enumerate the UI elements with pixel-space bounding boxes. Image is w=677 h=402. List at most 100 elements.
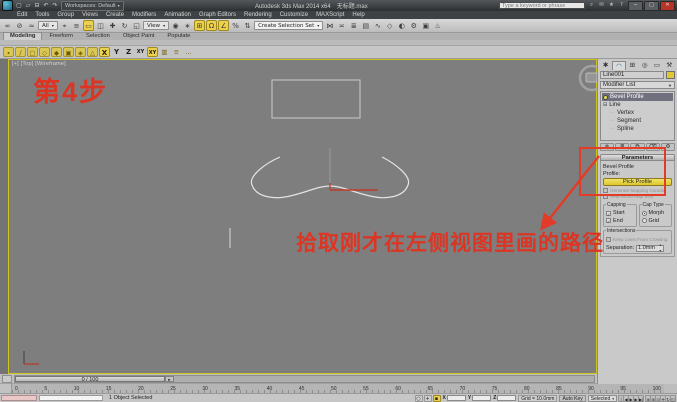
rectangle-shape[interactable] xyxy=(272,80,360,118)
app-logo-icon[interactable] xyxy=(2,0,13,11)
curve-editor-icon[interactable]: ∿ xyxy=(372,20,383,31)
help-icon[interactable]: ? xyxy=(617,2,626,9)
cap-type-grid-radio[interactable]: Grid xyxy=(642,218,670,224)
stack-item-spline[interactable]: Spline xyxy=(602,125,673,133)
ribbon-toggle-icon[interactable]: ▤ xyxy=(360,20,371,31)
render-setup-icon[interactable]: ⚙ xyxy=(408,20,419,31)
select-and-manipulate-icon[interactable]: ∗ xyxy=(182,20,193,31)
axis-xy-lock-button[interactable]: XY xyxy=(147,47,158,57)
new-scene-icon[interactable]: ▢ xyxy=(15,2,23,9)
preview-subobject-icon[interactable]: ▣ xyxy=(63,47,74,57)
x-coordinate-field[interactable] xyxy=(447,395,466,401)
named-selection-dropdown[interactable]: Create Selection Set xyxy=(254,21,323,30)
element-mode-icon[interactable]: ◆ xyxy=(51,47,62,57)
tab-modify[interactable]: ◠ xyxy=(612,61,625,70)
time-slider-left-button[interactable] xyxy=(2,375,12,383)
select-object-icon[interactable]: ⌖ xyxy=(59,20,70,31)
offset-mode-icon[interactable]: + xyxy=(424,395,432,402)
keyboard-override-icon[interactable]: ⊞ xyxy=(194,20,205,31)
time-slider-track[interactable]: 0 / 100 ► xyxy=(14,375,595,383)
selection-region-icon[interactable]: ▭ xyxy=(83,20,94,31)
grid-display-icon[interactable]: ≡ xyxy=(171,47,182,57)
align-icon[interactable]: ≍ xyxy=(336,20,347,31)
track-bar-ruler[interactable]: 0510152025303540455055606570758085909510… xyxy=(12,384,664,393)
tab-object-paint[interactable]: Object Paint xyxy=(117,33,161,40)
time-slider-handle[interactable]: 0 / 100 xyxy=(15,376,165,382)
favorites-icon[interactable]: ★ xyxy=(607,2,616,9)
edge-mode-icon[interactable]: ∕ xyxy=(15,47,26,57)
spinner-snap-icon[interactable]: ⇅ xyxy=(242,20,253,31)
save-file-icon[interactable]: ⊟ xyxy=(33,2,41,9)
axis-z-button[interactable]: Z xyxy=(123,47,134,57)
search-input[interactable]: Type a keyword or phrase xyxy=(499,2,585,9)
modifier-onoff-bulb-icon[interactable] xyxy=(603,95,608,100)
communication-center-icon[interactable]: ✉ xyxy=(597,2,606,9)
next-frame-arrow[interactable]: ► xyxy=(165,376,174,382)
z-coordinate-field[interactable] xyxy=(497,395,516,401)
go-to-end-button[interactable]: ▶| xyxy=(638,395,644,402)
stack-item-vertex[interactable]: Vertex xyxy=(602,109,673,117)
y-coordinate-field[interactable] xyxy=(472,395,491,401)
statistics-icon[interactable]: ▥ xyxy=(159,47,170,57)
window-crossing-icon[interactable]: ◫ xyxy=(95,20,106,31)
use-pivot-center-icon[interactable]: ◉ xyxy=(170,20,181,31)
bind-to-spacewarp-icon[interactable]: ≈ xyxy=(26,20,37,31)
track-bar-filter-button[interactable] xyxy=(0,384,12,393)
tab-motion[interactable]: ◎ xyxy=(639,61,650,70)
constraints-icon[interactable]: △ xyxy=(87,47,98,57)
axis-y-button[interactable]: Y xyxy=(111,47,122,57)
tab-hierarchy[interactable]: ⊞ xyxy=(627,61,638,70)
select-and-move-icon[interactable]: ✚ xyxy=(107,20,118,31)
checkbox-icon[interactable] xyxy=(606,237,611,242)
pivot-mode-icon[interactable]: ◈ xyxy=(75,47,86,57)
object-color-swatch[interactable] xyxy=(666,71,675,79)
angle-snap-icon[interactable]: ∠ xyxy=(218,20,229,31)
tab-display[interactable]: ▭ xyxy=(651,61,662,70)
axis-xy-button[interactable]: XY xyxy=(135,47,146,57)
percent-snap-icon[interactable]: % xyxy=(230,20,241,31)
search-icon[interactable]: ⌕ xyxy=(587,2,596,9)
stack-item-bevel-profile[interactable]: Bevel Profile xyxy=(602,93,673,101)
radio-icon[interactable] xyxy=(642,218,647,223)
material-editor-icon[interactable]: ◐ xyxy=(396,20,407,31)
mirror-icon[interactable]: ⋈ xyxy=(324,20,335,31)
checkbox-checked-icon[interactable] xyxy=(606,211,611,216)
tab-populate[interactable]: Populate xyxy=(161,33,196,40)
cap-end-checkbox[interactable]: End xyxy=(606,218,634,224)
tab-selection[interactable]: Selection xyxy=(80,33,116,40)
maximize-button[interactable]: □ xyxy=(644,1,659,11)
key-filter-dropdown[interactable]: Selected xyxy=(588,395,617,402)
checkbox-checked-icon[interactable] xyxy=(606,218,611,223)
reference-coordinate-dropdown[interactable]: View xyxy=(143,21,169,30)
cap-type-morph-radio[interactable]: Morph xyxy=(642,210,670,216)
select-and-link-icon[interactable]: ∞ xyxy=(2,20,13,31)
selection-lock-icon[interactable]: ▪ xyxy=(433,395,441,402)
spinner-arrows-icon[interactable]: ▲▼ xyxy=(659,242,662,254)
tab-utilities[interactable]: ⚒ xyxy=(664,61,675,70)
object-name-field[interactable]: Line001 xyxy=(600,71,664,79)
open-file-icon[interactable]: ▱ xyxy=(24,2,32,9)
isolate-selection-icon[interactable]: ○ xyxy=(415,395,423,402)
minimize-button[interactable]: ─ xyxy=(628,1,643,11)
render-production-icon[interactable]: ♨ xyxy=(432,20,443,31)
viewcube-icon[interactable] xyxy=(586,73,597,82)
snap-toggle-icon[interactable]: Ω xyxy=(206,20,217,31)
maxscript-mini-listener-white[interactable] xyxy=(39,395,103,401)
unlink-selection-icon[interactable]: ⊘ xyxy=(14,20,25,31)
select-and-rotate-icon[interactable]: ↻ xyxy=(119,20,130,31)
tab-create[interactable]: ✱ xyxy=(600,61,611,70)
selection-filter-dropdown[interactable]: All xyxy=(38,21,58,30)
collapse-icon[interactable]: ⊟ xyxy=(603,101,607,109)
rendered-frame-icon[interactable]: ▣ xyxy=(420,20,431,31)
separation-spinner[interactable]: 1.0mm ▲▼ xyxy=(636,245,664,252)
schematic-view-icon[interactable]: ◇ xyxy=(384,20,395,31)
modifier-list-dropdown[interactable]: Modifier List ▼ xyxy=(600,81,675,89)
select-by-name-icon[interactable]: ≡ xyxy=(71,20,82,31)
maxscript-mini-listener-pink[interactable] xyxy=(1,395,37,401)
close-button[interactable]: ✕ xyxy=(660,1,675,11)
vertex-mode-icon[interactable]: ∙ xyxy=(3,47,14,57)
select-and-scale-icon[interactable]: ◱ xyxy=(131,20,142,31)
axis-x-button[interactable]: X xyxy=(99,47,110,57)
stack-item-segment[interactable]: Segment xyxy=(602,117,673,125)
tab-freeform[interactable]: Freeform xyxy=(43,33,79,40)
